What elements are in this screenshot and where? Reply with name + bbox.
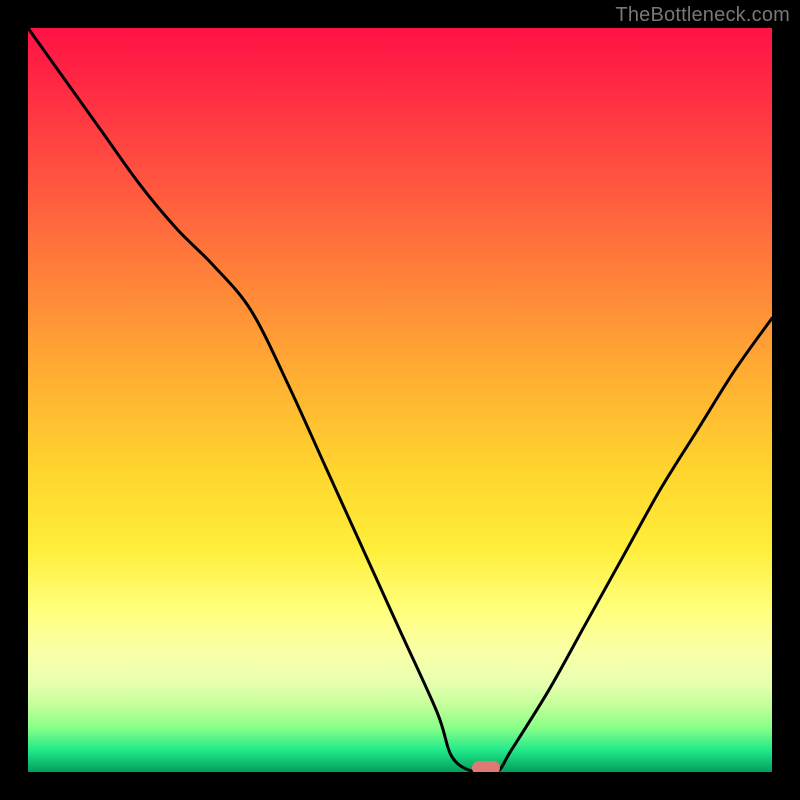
optimal-point-marker (472, 761, 500, 772)
bottleneck-curve (28, 28, 772, 772)
watermark-text: TheBottleneck.com (615, 4, 790, 27)
plot-area (28, 28, 772, 772)
chart-frame: TheBottleneck.com (0, 0, 800, 800)
